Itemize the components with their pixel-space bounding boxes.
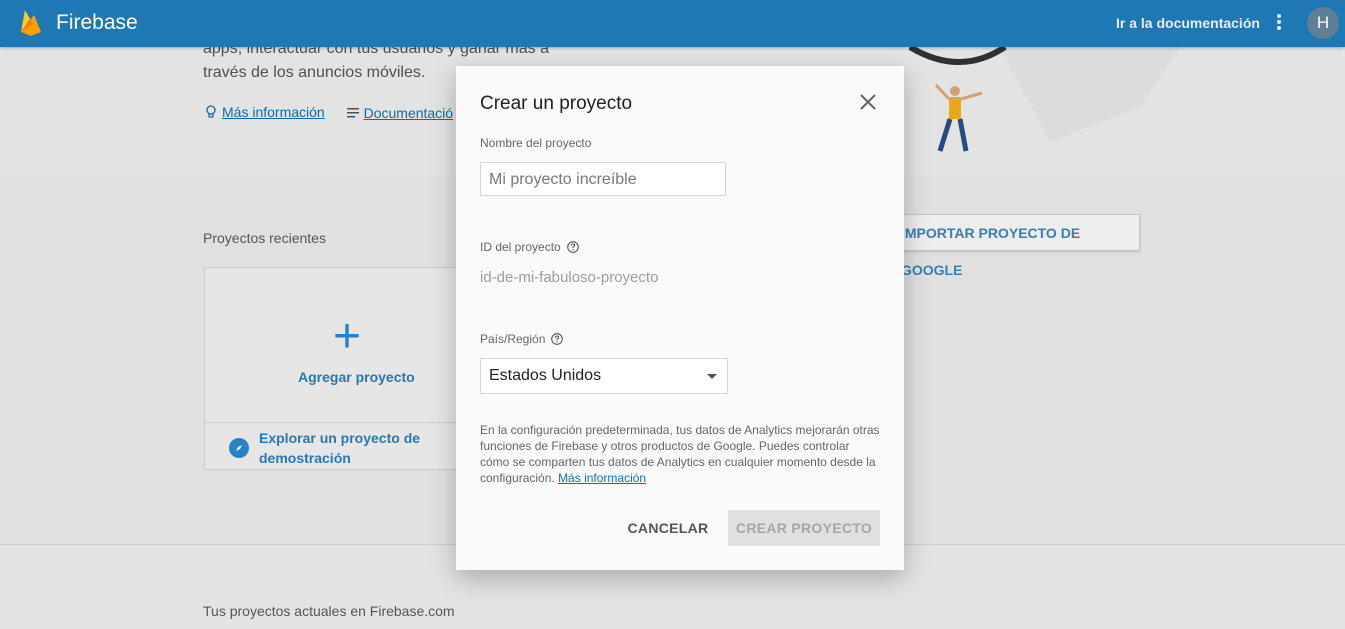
project-name-label: Nombre del proyecto	[480, 136, 591, 150]
analytics-more-info-link[interactable]: Más información	[558, 471, 646, 485]
project-id-label: ID del proyecto	[480, 240, 579, 254]
help-icon[interactable]	[566, 241, 579, 253]
create-project-dialog: Crear un proyecto Nombre del proyecto Mi…	[456, 66, 904, 570]
top-app-bar: Firebase Ir a la documentación H	[0, 0, 1345, 47]
dialog-title: Crear un proyecto	[480, 93, 633, 114]
country-select[interactable]: Estados Unidos	[480, 358, 728, 394]
country-select-value: Estados Unidos	[489, 367, 602, 384]
dropdown-arrow-icon	[707, 374, 717, 379]
help-icon[interactable]	[551, 333, 564, 345]
avatar[interactable]: H	[1307, 7, 1339, 39]
project-name-input[interactable]: Mi proyecto increíble	[480, 162, 726, 196]
more-vert-icon[interactable]	[1268, 12, 1290, 34]
country-label-text: País/Región	[480, 332, 546, 346]
firebase-logo-icon[interactable]	[20, 9, 42, 37]
project-id-label-text: ID del proyecto	[480, 240, 561, 254]
create-project-button[interactable]: CREAR PROYECTO	[728, 510, 880, 546]
country-label: País/Región	[480, 332, 564, 346]
analytics-info-text: En la configuración predeterminada, tus …	[480, 423, 880, 485]
documentation-link[interactable]: Ir a la documentación	[1116, 15, 1260, 31]
project-id-value[interactable]: id-de-mi-fabuloso-proyecto	[480, 269, 658, 286]
analytics-info: En la configuración predeterminada, tus …	[480, 422, 882, 486]
cancel-button[interactable]: CANCELAR	[622, 510, 714, 546]
project-name-label-text: Nombre del proyecto	[480, 136, 592, 150]
close-icon[interactable]	[858, 92, 878, 112]
brand-title[interactable]: Firebase	[56, 11, 138, 35]
